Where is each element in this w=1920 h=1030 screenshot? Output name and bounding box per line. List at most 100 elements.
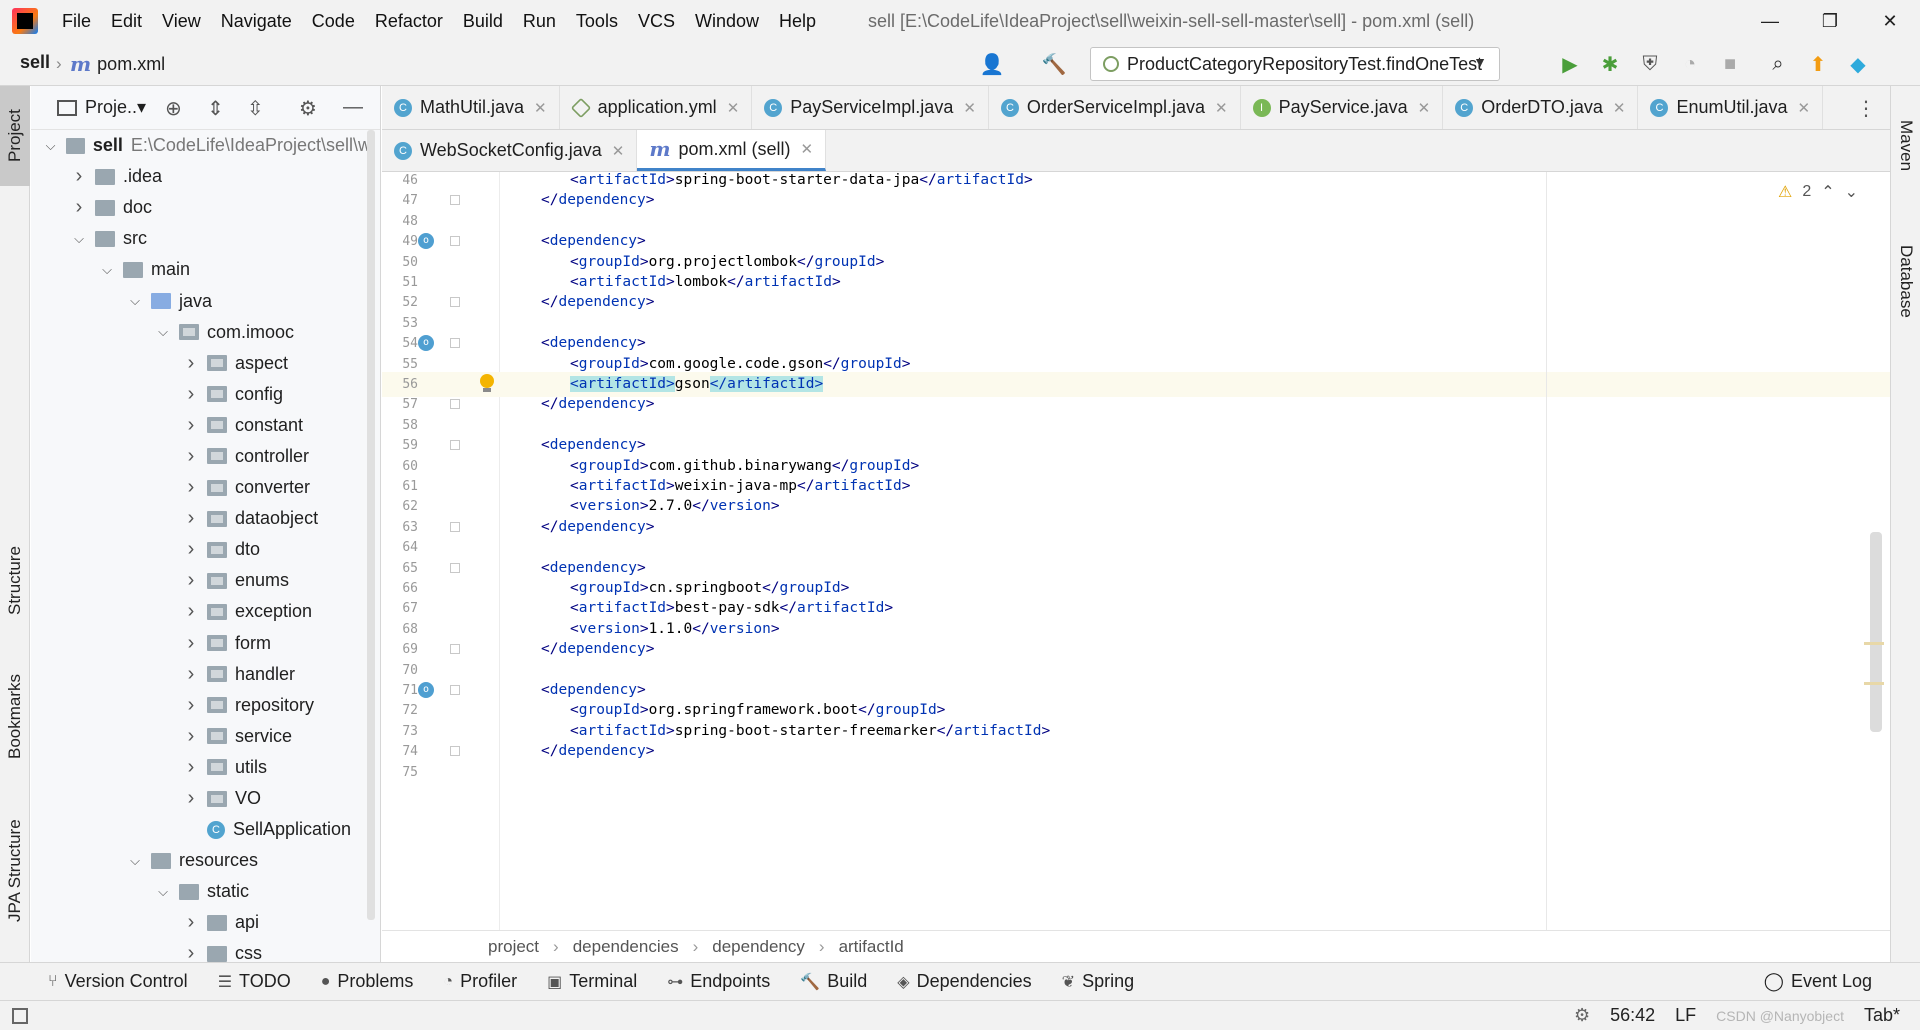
dependency-gutter-icon[interactable]: o [418,682,434,698]
tree-item-sell[interactable]: ⌵ sell E:\CodeLife\IdeaProject\sell\w [31,130,371,161]
chevron-right-icon[interactable]: › [183,538,199,561]
editor-tab-mathutil-java[interactable]: C MathUtil.java ✕ [382,86,560,129]
inspection-widget[interactable]: ⚠ 2 ⌃ ⌄ [1778,182,1858,202]
scroll-mark[interactable] [1864,642,1884,645]
project-panel-header[interactable]: Proje..▾ [31,86,380,130]
close-tab-icon[interactable]: ✕ [1613,99,1626,117]
chevron-right-icon[interactable]: › [183,569,199,592]
chevron-down-icon[interactable]: ⌵ [127,853,143,869]
coverage-icon[interactable]: ⛨ [1636,50,1664,78]
chevron-right-icon[interactable]: › [183,476,199,499]
chevron-right-icon[interactable]: › [183,507,199,530]
menu-item-window[interactable]: Window [685,0,769,42]
close-tab-icon[interactable]: ✕ [1418,99,1431,117]
expand-all-icon[interactable]: ⇕ [207,96,224,121]
close-window-button[interactable]: ✕ [1860,0,1920,42]
chevron-right-icon[interactable]: › [183,600,199,623]
tool-button-spring[interactable]: ❦ Spring [1062,971,1134,992]
chevron-right-icon[interactable]: › [183,383,199,406]
plugin-status-icon[interactable]: ⚙ [1574,1005,1590,1026]
close-tab-icon[interactable]: ✕ [727,99,740,117]
more-tabs-icon[interactable]: ⋮ [1856,96,1876,121]
nav-project-name[interactable]: sell [20,52,50,73]
nav-file[interactable]: m pom.xml [70,52,165,76]
menu-item-navigate[interactable]: Navigate [211,0,302,42]
tree-item--idea[interactable]: › .idea [31,161,371,192]
tree-item-java[interactable]: ⌵ java [31,285,371,316]
minimize-button[interactable]: — [1740,0,1800,42]
hide-panel-icon[interactable]: — [343,96,363,119]
tree-item-vo[interactable]: › VO [31,783,371,814]
profile-icon[interactable]: ◔ [1676,50,1704,78]
fold-marker-icon[interactable] [450,297,460,308]
menu-item-build[interactable]: Build [453,0,513,42]
tool-button-endpoints[interactable]: ⊶ Endpoints [667,971,770,992]
caret-position[interactable]: 56:42 [1610,1005,1655,1026]
menu-item-run[interactable]: Run [513,0,566,42]
menu-item-help[interactable]: Help [769,0,826,42]
tree-item-enums[interactable]: › enums [31,565,371,596]
chevron-down-icon[interactable]: ⌵ [155,324,171,340]
chevron-down-icon[interactable]: ⌵ [43,138,58,154]
tree-item-converter[interactable]: › converter [31,472,371,503]
close-tab-icon[interactable]: ✕ [612,142,625,160]
event-log-button[interactable]: ◯ Event Log [1764,971,1872,992]
fold-marker-icon[interactable] [450,338,460,349]
editor-tab-enumutil-java[interactable]: C EnumUtil.java ✕ [1638,86,1824,129]
locate-icon[interactable]: ⊕ [165,96,182,121]
editor-tab-orderdto-java[interactable]: C OrderDTO.java ✕ [1443,86,1639,129]
tool-tab-jpa-structure[interactable]: JPA Structure [0,796,30,946]
tree-item-exception[interactable]: › exception [31,596,371,627]
close-tab-icon[interactable]: ✕ [1215,99,1228,117]
tree-item-dataobject[interactable]: › dataobject [31,503,371,534]
fold-marker-icon[interactable] [450,399,460,410]
tree-item-com-imooc[interactable]: ⌵ com.imooc [31,317,371,348]
tree-item-sellapplication[interactable]: C SellApplication [31,814,371,845]
indent-settings[interactable]: Tab* [1864,1005,1900,1026]
dependency-gutter-icon[interactable]: o [418,335,434,352]
tool-tab-bookmarks[interactable]: Bookmarks [0,656,30,776]
tree-item-api[interactable]: › api [31,907,371,938]
menu-item-code[interactable]: Code [302,0,365,42]
run-icon[interactable]: ▶ [1556,50,1584,78]
fold-marker-icon[interactable] [450,440,460,451]
scroll-mark[interactable] [1864,682,1884,685]
tool-tab-maven[interactable]: Maven [1891,96,1920,196]
intention-bulb-icon[interactable] [480,374,494,392]
tree-item-controller[interactable]: › controller [31,441,371,472]
tree-item-dto[interactable]: › dto [31,534,371,565]
chevron-right-icon[interactable]: › [183,725,199,748]
tool-button-problems[interactable]: ● Problems [321,971,414,992]
chevron-down-icon[interactable]: ⌵ [71,231,87,247]
editor-tab-payserviceimpl-java[interactable]: C PayServiceImpl.java ✕ [752,86,989,129]
tool-tab-database[interactable]: Database [1891,216,1920,346]
close-tab-icon[interactable]: ✕ [534,99,547,117]
chevron-right-icon[interactable]: › [71,165,87,188]
stop-icon[interactable]: ■ [1716,50,1744,78]
fold-marker-icon[interactable] [450,685,460,695]
chevron-down-icon[interactable]: ⌵ [155,884,171,900]
tool-button-todo[interactable]: ☰ TODO [218,971,291,992]
search-icon[interactable]: ⌕ [1764,50,1792,78]
tool-tab-project[interactable]: Project [0,86,30,186]
menu-item-file[interactable]: File [52,0,101,42]
dependency-gutter-icon[interactable]: o [418,233,434,250]
chevron-right-icon[interactable]: › [183,663,199,686]
project-view-select[interactable]: Proje..▾ [85,97,146,118]
tool-tab-structure[interactable]: Structure [0,526,30,636]
menu-item-edit[interactable]: Edit [101,0,152,42]
breadcrumb-item-artifactid[interactable]: artifactId [839,937,904,957]
tool-button-version-control[interactable]: ⑂ Version Control [48,971,188,992]
chevron-right-icon[interactable]: › [183,632,199,655]
restore-button[interactable]: ❐ [1800,0,1860,42]
tree-item-service[interactable]: › service [31,721,371,752]
tree-item-constant[interactable]: › constant [31,410,371,441]
run-configuration-select[interactable]: ProductCategoryRepositoryTest.findOneTes… [1090,47,1500,81]
editor-tab-pom-xml-sell[interactable]: m pom.xml (sell) ✕ [637,130,827,171]
chevron-right-icon[interactable]: › [183,787,199,810]
tool-button-terminal[interactable]: ▣ Terminal [547,971,637,992]
editor-scrollbar[interactable] [1870,532,1882,732]
tree-item-handler[interactable]: › handler [31,659,371,690]
fold-marker-icon[interactable] [450,562,460,573]
close-tab-icon[interactable]: ✕ [1798,99,1811,117]
